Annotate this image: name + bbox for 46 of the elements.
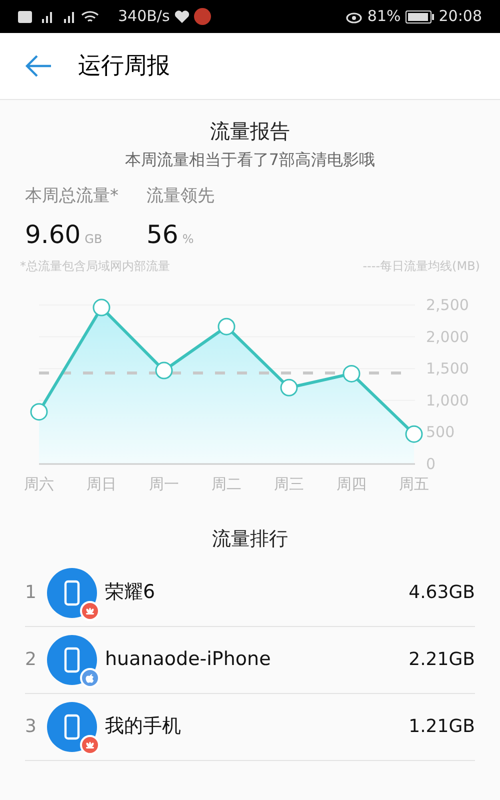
data-point <box>155 362 173 380</box>
device-usage: 4.63GB <box>408 581 475 605</box>
axis-tick-label: 周四 <box>336 475 366 493</box>
page-title: 运行周报 <box>78 52 170 81</box>
data-point <box>405 425 423 443</box>
stat-value: 9.60 <box>25 218 81 250</box>
axis-tick-label: 周一 <box>149 475 179 493</box>
network-speed: 340B/s <box>118 6 170 28</box>
device-usage: 2.21GB <box>408 648 475 672</box>
rank-number: 2 <box>25 648 38 672</box>
stat-label: 流量领先 <box>146 185 214 208</box>
stat-unit: % <box>182 230 194 248</box>
report-subtitle: 本周流量相当于看了7部高清电影哦 <box>124 149 376 171</box>
apple-badge-icon <box>80 668 100 688</box>
device-name: 荣耀6 <box>105 580 156 606</box>
axis-tick-label: 周日 <box>86 475 116 493</box>
device-name: huanaode-iPhone <box>105 647 271 672</box>
report-title: 流量报告 <box>210 118 290 145</box>
device-usage: 1.21GB <box>408 715 475 739</box>
ranking-title: 流量排行 <box>212 527 288 552</box>
clock: 20:08 <box>438 6 482 28</box>
phone-icon <box>64 580 80 606</box>
rank-number: 1 <box>25 581 38 605</box>
axis-tick-label: 周六 <box>24 475 54 493</box>
axis-tick-label: 周二 <box>212 475 242 493</box>
stat-value: 56 <box>146 218 178 250</box>
app-badge-icon <box>194 8 211 25</box>
data-point <box>92 298 110 316</box>
rank-number: 3 <box>25 715 38 739</box>
data-point <box>218 318 236 336</box>
data-point <box>30 403 48 421</box>
battery-icon <box>404 10 435 24</box>
phone-icon <box>64 646 80 672</box>
axis-tick-label: 周三 <box>274 475 304 493</box>
eye-icon <box>345 10 364 24</box>
stat-unit: GB <box>84 230 102 248</box>
heart-icon <box>174 10 190 24</box>
battery-percent: 81% <box>367 6 401 28</box>
axis-tick-label: 周五 <box>399 475 429 493</box>
data-point <box>280 378 298 396</box>
flower-badge-icon <box>80 734 100 754</box>
stat-label: 本周总流量* <box>25 185 118 208</box>
phone-icon <box>64 714 80 740</box>
flower-badge-icon <box>80 600 100 620</box>
data-point <box>342 364 360 382</box>
device-name: 我的手机 <box>105 714 181 740</box>
